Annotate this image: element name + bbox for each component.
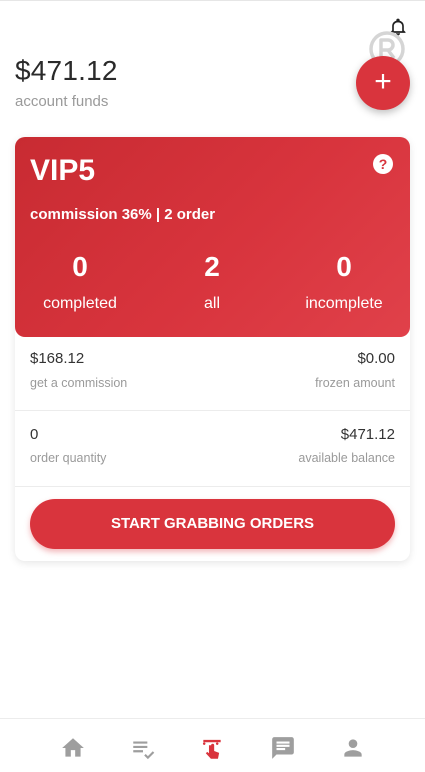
help-icon[interactable]: ? bbox=[373, 154, 393, 174]
order-quantity-value: 0 bbox=[30, 426, 39, 443]
stat-label: all bbox=[203, 295, 220, 312]
stat-value: 2 bbox=[204, 251, 220, 282]
stat-completed: 0 completed bbox=[20, 250, 140, 313]
available-balance-label: available balance bbox=[298, 451, 395, 465]
vip-level: VIP5 bbox=[30, 154, 96, 187]
list-check-icon[interactable] bbox=[130, 735, 156, 761]
available-balance-value: $471.12 bbox=[340, 426, 395, 443]
home-icon[interactable] bbox=[60, 735, 86, 761]
divider bbox=[15, 486, 410, 487]
frozen-label: frozen amount bbox=[315, 376, 395, 390]
plus-icon: + bbox=[374, 65, 392, 98]
stat-value: 0 bbox=[72, 251, 88, 282]
order-quantity-label: order quantity bbox=[30, 451, 107, 465]
top-border bbox=[0, 0, 425, 1]
commission-value: $168.12 bbox=[30, 350, 85, 367]
stat-label: completed bbox=[43, 295, 117, 312]
vip-card: VIP5 ? commission 36% | 2 order 0 comple… bbox=[15, 137, 410, 337]
add-button[interactable]: + bbox=[356, 56, 410, 110]
person-icon[interactable] bbox=[340, 735, 366, 761]
stat-all: 2 all bbox=[152, 250, 272, 313]
start-grabbing-orders-button[interactable]: START GRABBING ORDERS bbox=[30, 499, 395, 549]
stat-incomplete: 0 incomplete bbox=[284, 250, 404, 313]
vip-subtitle: commission 36% | 2 order bbox=[30, 206, 216, 223]
account-funds-amount: $471.12 bbox=[15, 55, 118, 86]
stat-label: incomplete bbox=[305, 295, 383, 312]
bottom-nav bbox=[0, 718, 425, 772]
account-funds-label: account funds bbox=[15, 93, 109, 110]
chat-icon[interactable] bbox=[270, 735, 296, 761]
commission-label: get a commission bbox=[30, 376, 128, 390]
tap-icon[interactable] bbox=[199, 735, 225, 761]
stat-value: 0 bbox=[336, 251, 352, 282]
divider bbox=[15, 410, 410, 411]
frozen-value: $0.00 bbox=[357, 350, 395, 367]
